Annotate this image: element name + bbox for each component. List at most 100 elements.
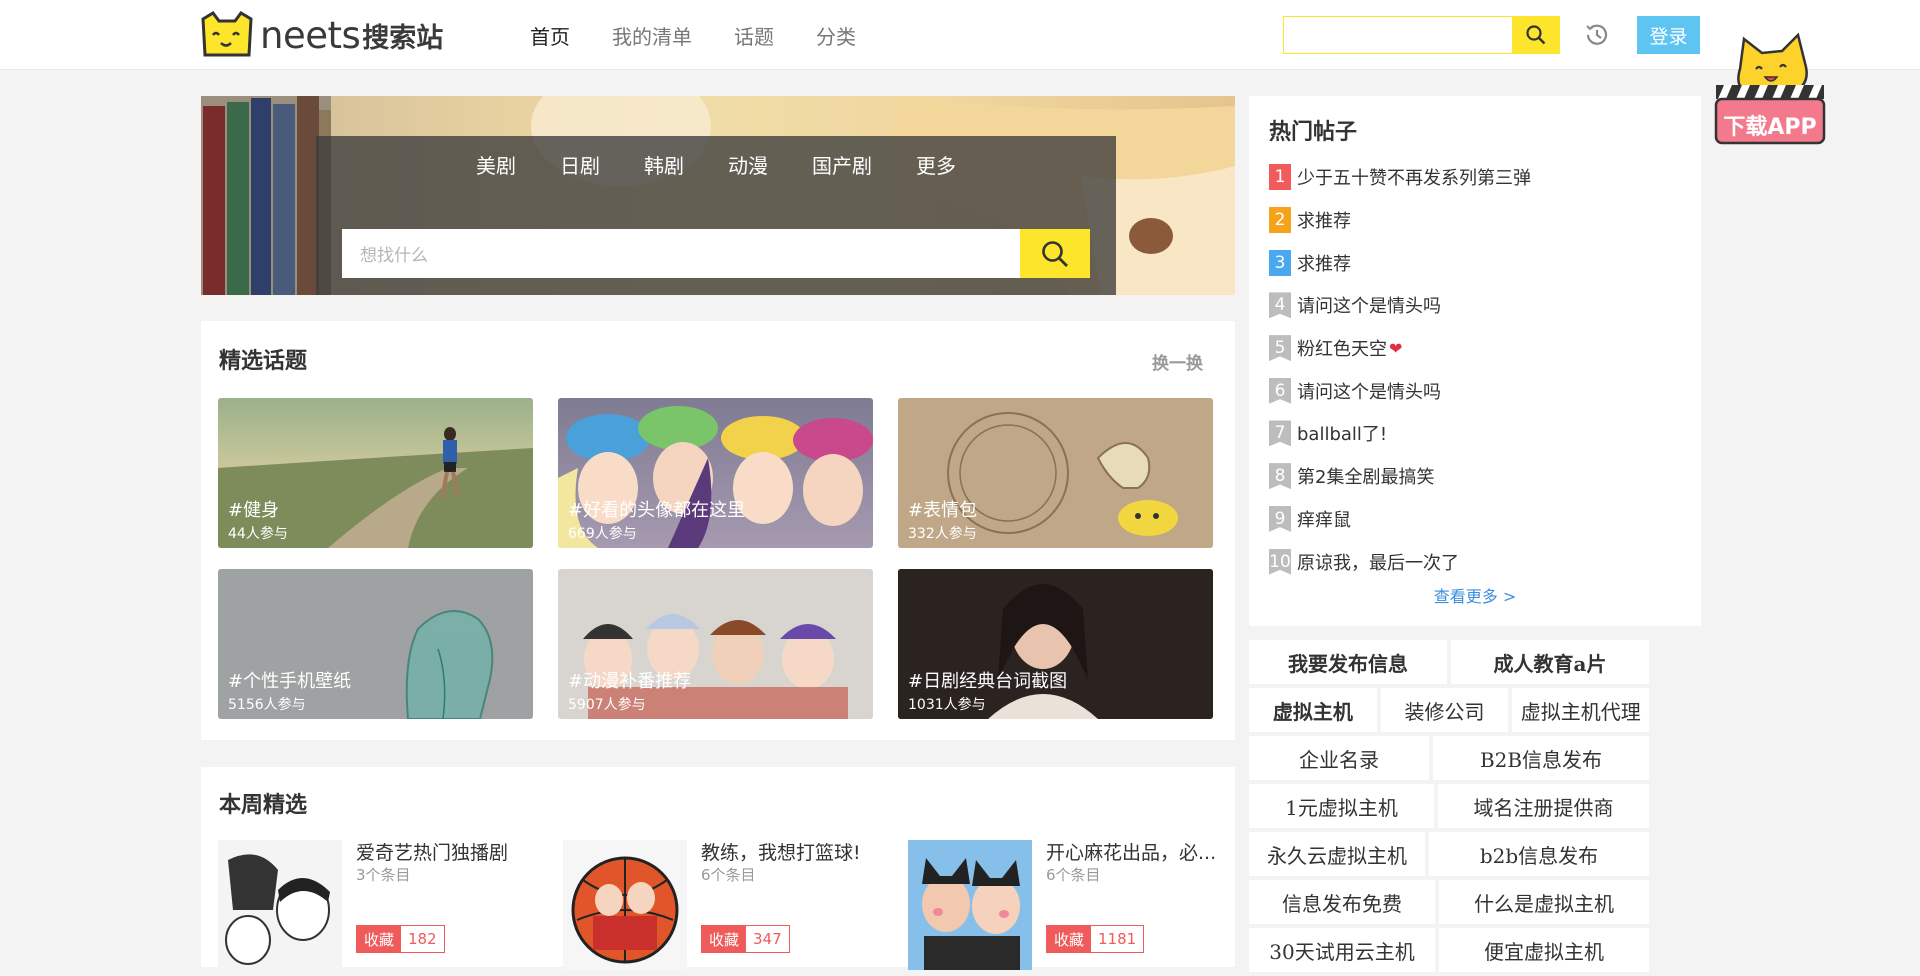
topic-count: 44人参与 [228,526,288,542]
rank-badge: 2 [1269,207,1291,234]
banner-search-panel: 美剧 日剧 韩剧 动漫 国产剧 更多 想找什么 [316,136,1116,295]
download-app-badge[interactable]: 下载APP [1710,27,1830,149]
keyword-link[interactable]: 1元虚拟主机 [1249,784,1434,828]
refresh-topics-button[interactable]: 换一换 [1152,349,1203,374]
search-icon [1526,25,1546,45]
nav-categories[interactable]: 分类 [816,21,856,50]
weekly-item-count: 3个条目 [356,866,411,884]
keyword-link[interactable]: 虚拟主机 [1249,688,1377,732]
keyword-link[interactable]: 我要发布信息 [1249,640,1447,684]
keyword-link-grid: 我要发布信息 成人教育a片 虚拟主机 装修公司 虚拟主机代理 企业名录 B2B信息发布 1元虚… [1249,640,1653,976]
hot-post-item[interactable]: 1 少于五十赞不再发系列第三弹 [1269,156,1689,199]
hot-post-item[interactable]: 9 痒痒鼠 [1269,498,1689,541]
topic-tile[interactable]: #动漫补番推荐 5907人参与 [558,569,873,719]
keyword-link[interactable]: 虚拟主机代理 [1512,688,1650,732]
hot-post-title: 求推荐 [1297,253,1351,275]
weekly-item-count: 6个条目 [1046,866,1101,884]
header-search [1283,16,1560,54]
topic-tile[interactable]: #好看的头像都在这里 669人参与 [558,398,873,548]
topic-name: #日剧经典台词截图 [908,671,1068,692]
weekly-item[interactable]: 开心麻花出品，必... 6个条目 收藏 1181 [908,840,1228,970]
weekly-item-count: 6个条目 [701,866,756,884]
banner-tab-jp[interactable]: 日剧 [560,150,600,179]
site-logo[interactable]: neets 搜索站 [199,10,443,60]
topic-tile[interactable]: #日剧经典台词截图 1031人参与 [898,569,1213,719]
banner-search: 想找什么 [342,229,1090,278]
rank-badge: 5 [1269,335,1291,362]
banner-tab-anime[interactable]: 动漫 [728,150,768,179]
topic-count: 332人参与 [908,526,977,542]
weekly-item[interactable]: 爱奇艺热门独播剧 3个条目 收藏 182 [218,840,548,970]
rank-badge: 8 [1269,463,1291,490]
banner-search-button[interactable] [1020,229,1090,278]
hot-post-title: 求推荐 [1297,211,1351,233]
keyword-link[interactable]: b2b信息发布 [1429,832,1649,876]
nav-topics[interactable]: 话题 [734,21,774,50]
keyword-link[interactable]: 30天试用云主机 [1249,928,1435,972]
keyword-link[interactable]: 便宜虚拟主机 [1439,928,1649,972]
hot-post-item[interactable]: 3 求推荐 [1269,241,1689,284]
favorite-label: 收藏 [357,926,402,952]
hot-post-item[interactable]: 7 ballball了! [1269,412,1689,455]
favorite-button[interactable]: 收藏 1181 [1046,925,1145,953]
favorite-button[interactable]: 收藏 182 [356,925,445,953]
topic-tile[interactable]: #表情包 332人参与 [898,398,1213,548]
nav-home[interactable]: 首页 [528,21,572,50]
topic-tile[interactable]: #健身 44人参与 [218,398,533,548]
hot-post-item[interactable]: 5 粉红色天空 ❤ [1269,327,1689,370]
featured-topics-card: 精选话题 换一换 #健身 44人参与 #好看的头像都在这里 669人参与 #表情… [201,321,1235,740]
topic-tile[interactable]: #个性手机壁纸 5156人参与 [218,569,533,719]
keyword-link[interactable]: 域名注册提供商 [1438,784,1649,828]
keyword-row: 我要发布信息 成人教育a片 [1249,640,1653,684]
banner-search-input[interactable]: 想找什么 [342,229,1020,278]
history-icon[interactable] [1582,20,1612,50]
hot-post-item[interactable]: 4 请问这个是情头吗 [1269,284,1689,327]
nav-my-list[interactable]: 我的清单 [612,21,692,50]
keyword-link[interactable]: B2B信息发布 [1433,736,1649,780]
topic-name: #个性手机壁纸 [228,671,352,692]
top-header: neets 搜索站 首页 我的清单 话题 分类 登录 [0,0,1920,70]
hot-post-item[interactable]: 8 第2集全剧最搞笑 [1269,455,1689,498]
search-icon [1042,240,1068,267]
hot-post-title: 请问这个是情头吗 [1297,381,1441,403]
rank-badge: 10 [1269,548,1291,575]
header-search-button[interactable] [1512,16,1560,54]
favorite-count: 347 [746,926,789,952]
weekly-picks-card: 本周精选 爱奇艺热门独播剧 3个条目 收藏 182 教练，我想打篮球! 6个条目… [201,767,1235,970]
keyword-row: 信息发布免费 什么是虚拟主机 [1249,880,1653,924]
banner-tab-us[interactable]: 美剧 [476,150,516,179]
keyword-link[interactable]: 信息发布免费 [1249,880,1435,924]
rank-badge: 4 [1269,292,1291,319]
slam-dunk-cover-image [563,840,687,970]
keyword-link[interactable]: 什么是虚拟主机 [1439,880,1649,924]
rank-badge: 7 [1269,420,1291,447]
topic-count: 5156人参与 [228,697,306,713]
topic-name: #健身 [228,500,280,521]
hot-post-item[interactable]: 2 求推荐 [1269,199,1689,242]
hot-post-title: 痒痒鼠 [1297,509,1351,531]
header-search-input[interactable] [1283,16,1512,54]
weekly-thumbnail [563,840,687,970]
hot-post-item[interactable]: 6 请问这个是情头吗 [1269,369,1689,412]
weekly-thumbnail [908,840,1032,970]
topic-name: #动漫补番推荐 [568,671,692,692]
banner-tab-kr[interactable]: 韩剧 [644,150,684,179]
hot-post-item[interactable]: 10 原谅我，最后一次了 [1269,540,1689,583]
banner-tab-cn[interactable]: 国产剧 [812,150,872,179]
hero-banner: 美剧 日剧 韩剧 动漫 国产剧 更多 想找什么 [201,96,1235,295]
weekly-item-name: 爱奇艺热门独播剧 [356,842,509,864]
login-button[interactable]: 登录 [1637,16,1700,54]
banner-tab-more[interactable]: 更多 [916,150,956,179]
main-nav: 首页 我的清单 话题 分类 [528,0,898,70]
favorite-button[interactable]: 收藏 347 [701,925,790,953]
topic-count: 5907人参与 [568,697,646,713]
view-more-link[interactable]: 查看更多 > [1249,583,1701,607]
logo-subtitle: 搜索站 [362,22,444,54]
keyword-link[interactable]: 企业名录 [1249,736,1429,780]
keyword-link[interactable]: 成人教育a片 [1451,640,1649,684]
weekly-item[interactable]: 教练，我想打篮球! 6个条目 收藏 347 [563,840,893,970]
banner-category-tabs: 美剧 日剧 韩剧 动漫 国产剧 更多 [316,150,1116,179]
keyword-link[interactable]: 永久云虚拟主机 [1249,832,1425,876]
cat-logo-icon [201,11,253,57]
keyword-link[interactable]: 装修公司 [1380,688,1509,732]
